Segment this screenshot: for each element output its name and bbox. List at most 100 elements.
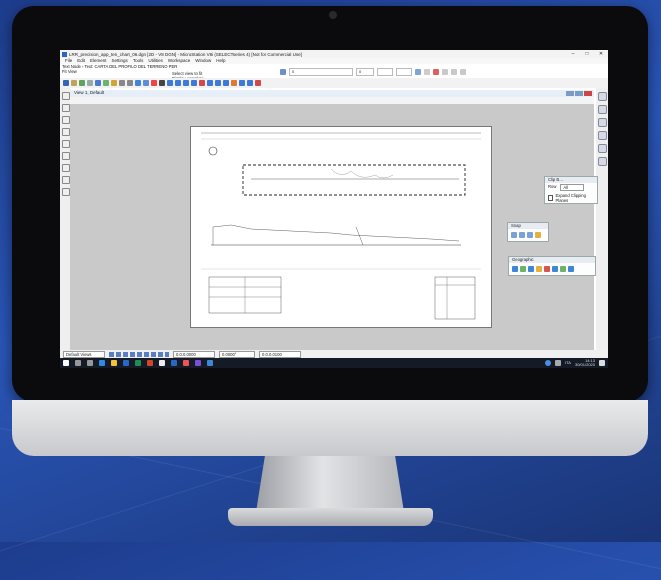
geo-import-icon[interactable] (528, 266, 534, 272)
new-file-icon[interactable] (63, 80, 69, 86)
transparency-icon[interactable] (424, 69, 430, 75)
circle-icon[interactable] (191, 80, 197, 86)
snap-keypoint-icon[interactable] (511, 232, 517, 238)
clock[interactable]: 14:13 30/01/2020 (575, 359, 595, 367)
geo-marker-icon[interactable] (544, 266, 550, 272)
references-icon[interactable] (95, 80, 101, 86)
clip-row: Row All (545, 183, 597, 192)
tool-icon[interactable] (598, 144, 607, 153)
view-maximize-button[interactable] (575, 91, 583, 96)
tool-icon[interactable] (62, 164, 70, 172)
excel-icon[interactable] (135, 360, 141, 366)
tool-icon[interactable] (598, 157, 607, 166)
globe-icon[interactable] (512, 266, 518, 272)
app-icon[interactable] (195, 360, 201, 366)
cell-icon[interactable] (207, 80, 213, 86)
cancel-icon[interactable] (151, 80, 157, 86)
powerpoint-icon[interactable] (147, 360, 153, 366)
drawing-sheet (190, 126, 492, 328)
geo-settings-icon[interactable] (568, 266, 574, 272)
delete-icon[interactable] (255, 80, 261, 86)
geo-export-icon[interactable] (536, 266, 542, 272)
expand-clipping-checkbox[interactable] (548, 195, 554, 201)
undo-icon[interactable] (119, 80, 125, 86)
arc-icon[interactable] (460, 69, 466, 75)
volume-icon[interactable] (555, 360, 562, 366)
levels-icon[interactable] (111, 80, 117, 86)
acrobat-icon[interactable] (183, 360, 189, 366)
redo-icon[interactable] (127, 80, 133, 86)
tool-icon[interactable] (62, 176, 70, 184)
view-minimize-button[interactable] (566, 91, 574, 96)
copy-icon[interactable] (239, 80, 245, 86)
tool-icon[interactable] (62, 152, 70, 160)
color-picker-icon[interactable] (280, 69, 286, 75)
tool-icon[interactable] (598, 131, 607, 140)
tool-icon[interactable] (62, 104, 70, 112)
view-toolbar (70, 97, 594, 104)
word-icon[interactable] (123, 360, 129, 366)
style-select[interactable] (377, 68, 393, 76)
tool-icon[interactable] (62, 140, 70, 148)
rectangle-icon[interactable] (167, 80, 173, 86)
level-select[interactable]: 0 (289, 68, 353, 76)
snap-nearest-icon[interactable] (535, 232, 541, 238)
move-icon[interactable] (247, 80, 253, 86)
save-icon[interactable] (79, 80, 85, 86)
clip-row-select[interactable]: All (560, 184, 585, 191)
dimension-icon[interactable] (223, 80, 229, 86)
minimize-button[interactable]: – (566, 51, 580, 57)
tool-icon[interactable] (598, 105, 607, 114)
drawing-tool-icon[interactable] (433, 69, 439, 75)
screen: LRR_precision_app_ten_chart_06.dgn [2D -… (60, 50, 608, 368)
attach-icon[interactable] (143, 80, 149, 86)
tool-icon[interactable] (62, 116, 70, 124)
coordinate-x-field[interactable]: 0.0.0.0000 (173, 350, 215, 358)
linestyle-select[interactable] (396, 68, 412, 76)
network-icon[interactable] (545, 360, 552, 366)
close-button[interactable]: ✕ (594, 51, 608, 57)
measure-icon[interactable] (451, 69, 457, 75)
start-icon[interactable] (63, 360, 69, 366)
line-icon[interactable] (175, 80, 181, 86)
polygon-icon[interactable] (183, 80, 189, 86)
geo-sync-icon[interactable] (552, 266, 558, 272)
geo-map-icon[interactable] (560, 266, 566, 272)
tool-icon[interactable] (62, 188, 70, 196)
tool-icon[interactable] (62, 92, 70, 100)
mail-icon[interactable] (207, 360, 213, 366)
snap-center-icon[interactable] (527, 232, 533, 238)
view-close-button[interactable] (584, 91, 592, 96)
select-icon[interactable] (159, 80, 165, 86)
menu-window[interactable]: Window (195, 58, 211, 64)
text-icon[interactable] (199, 80, 205, 86)
coordinate-y-field[interactable]: 0.0.0.0100 (259, 350, 301, 358)
tool-icon[interactable] (598, 118, 607, 127)
tool-icon[interactable] (62, 128, 70, 136)
search-icon[interactable] (75, 360, 81, 366)
construction-icon[interactable] (442, 69, 448, 75)
language-indicator[interactable]: ITA (565, 361, 571, 365)
task-view-icon[interactable] (87, 360, 93, 366)
chrome-icon[interactable] (159, 360, 165, 366)
open-file-icon[interactable] (71, 80, 77, 86)
modify-icon[interactable] (231, 80, 237, 86)
tool-icon[interactable] (598, 92, 607, 101)
snap-midpoint-icon[interactable] (519, 232, 525, 238)
notifications-icon[interactable] (599, 360, 605, 366)
raster-icon[interactable] (103, 80, 109, 86)
menu-help[interactable]: Help (216, 58, 225, 64)
maximize-button[interactable]: □ (580, 51, 594, 57)
file-explorer-icon[interactable] (111, 360, 117, 366)
angle-field[interactable]: 0.0000° (219, 350, 255, 358)
info-icon[interactable] (135, 80, 141, 86)
edge-icon[interactable] (99, 360, 105, 366)
view-group-select[interactable]: Default Views (63, 350, 105, 358)
microstation-icon[interactable] (171, 360, 177, 366)
weight-select[interactable]: 0 (356, 68, 374, 76)
coordinate-icon[interactable] (520, 266, 526, 272)
pattern-icon[interactable] (215, 80, 221, 86)
print-icon[interactable] (87, 80, 93, 86)
view-buttons[interactable] (109, 351, 169, 357)
fill-icon[interactable] (415, 69, 421, 75)
